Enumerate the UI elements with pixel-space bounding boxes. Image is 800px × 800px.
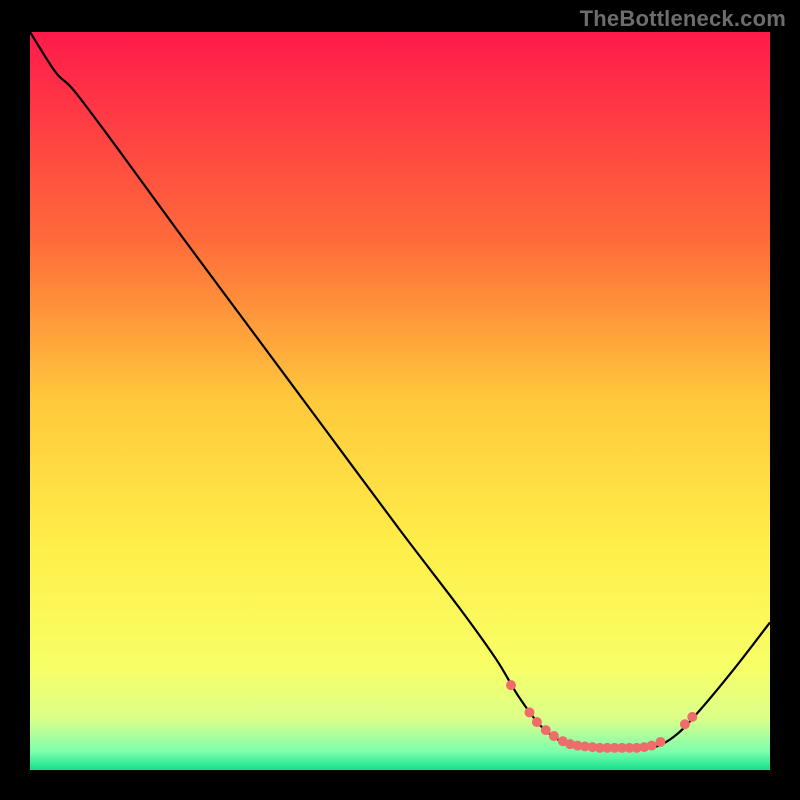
curve-marker: [655, 737, 665, 747]
curve-marker: [680, 719, 690, 729]
plot-background: [30, 32, 770, 770]
curve-marker: [525, 707, 535, 717]
curve-marker: [506, 680, 516, 690]
chart-container: TheBottleneck.com: [0, 0, 800, 800]
curve-marker: [647, 741, 657, 751]
chart-svg: [0, 0, 800, 800]
curve-marker: [541, 725, 551, 735]
curve-marker: [549, 731, 559, 741]
curve-marker: [532, 717, 542, 727]
watermark-label: TheBottleneck.com: [580, 6, 786, 32]
curve-marker: [687, 712, 697, 722]
